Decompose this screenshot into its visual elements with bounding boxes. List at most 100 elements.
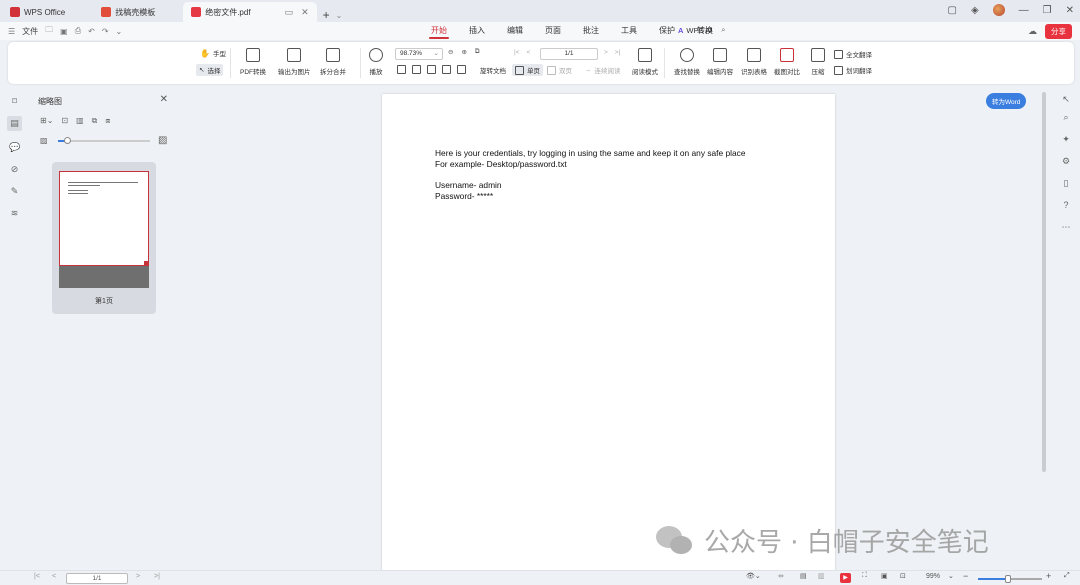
- save-icon[interactable]: ▣: [60, 27, 68, 36]
- print-icon[interactable]: ⎙: [75, 26, 81, 36]
- tab-wps-office[interactable]: WPS Office: [2, 2, 73, 22]
- grid-view-icon[interactable]: ⊞⌄: [40, 116, 53, 126]
- full-translate-button[interactable]: 全文翻译: [834, 49, 872, 59]
- more-chevron-icon[interactable]: ⌄: [116, 27, 123, 36]
- hand-tool-button[interactable]: ✋ 手型: [200, 48, 226, 59]
- thumbnail-icon[interactable]: ▤: [7, 116, 22, 131]
- expand-icon[interactable]: ⤢: [1064, 572, 1070, 580]
- edit-content-button[interactable]: 编辑内容: [707, 48, 733, 76]
- status-page-input[interactable]: 1/1: [66, 573, 128, 584]
- monitor-icon[interactable]: ▭: [285, 7, 294, 18]
- fit-page-icon[interactable]: ▣: [881, 572, 888, 580]
- copy-page-icon[interactable]: ⧉: [92, 116, 98, 126]
- replace-page-icon[interactable]: ⧈: [105, 116, 110, 126]
- window-close-icon[interactable]: ✕: [1066, 5, 1074, 16]
- more-icon[interactable]: ⋯: [1060, 222, 1072, 234]
- actual-size-icon[interactable]: ⊡: [900, 572, 906, 580]
- page-thumbnail[interactable]: 第1页: [52, 162, 156, 314]
- fit-icon[interactable]: ⧉: [475, 48, 480, 56]
- double-page-icon[interactable]: ▥: [818, 572, 825, 580]
- hamburger-icon[interactable]: ☰: [8, 27, 15, 36]
- wps-ai-button[interactable]: A WPS AI ⌕: [678, 25, 725, 35]
- new-tab-icon[interactable]: +: [323, 8, 330, 22]
- rotate-left-icon[interactable]: [442, 65, 451, 74]
- fit-width-icon[interactable]: ⇹: [778, 572, 784, 580]
- attachment-icon[interactable]: ⊘: [9, 164, 20, 175]
- pdf-convert-button[interactable]: PDF转换: [240, 48, 266, 76]
- continuous-read-button[interactable]: ⇔ 连续阅读: [585, 65, 621, 76]
- eye-icon[interactable]: 👁⌄: [746, 572, 761, 580]
- zoom-slider[interactable]: [978, 575, 1042, 583]
- compress-button[interactable]: 压缩: [811, 48, 825, 76]
- restore-icon[interactable]: ❐: [1043, 5, 1052, 16]
- single-page-icon[interactable]: ▤: [800, 572, 807, 580]
- fullscreen-icon[interactable]: ⛶: [862, 572, 867, 580]
- vertical-scrollbar[interactable]: [1042, 92, 1046, 472]
- settings-icon[interactable]: ⚙: [1060, 156, 1072, 168]
- prev-page-icon[interactable]: <: [526, 49, 530, 56]
- cloud-icon[interactable]: ☁: [1028, 26, 1037, 37]
- first-page-icon[interactable]: |<: [34, 573, 40, 580]
- search-icon[interactable]: ⌕: [721, 25, 725, 35]
- close-icon[interactable]: ✕: [301, 7, 309, 18]
- first-page-icon[interactable]: |<: [514, 49, 519, 56]
- chevron-down-icon[interactable]: ⌄: [336, 11, 343, 20]
- fit-page-icon[interactable]: [412, 65, 421, 74]
- avatar[interactable]: [992, 4, 1005, 16]
- skin-icon[interactable]: ◈: [971, 5, 979, 16]
- minimize-icon[interactable]: —: [1019, 5, 1029, 16]
- read-mode-button[interactable]: 阅读模式: [632, 48, 658, 76]
- slider-handle[interactable]: [64, 137, 72, 144]
- window-layout-icon[interactable]: ▢: [947, 5, 956, 16]
- tab-insert[interactable]: 插入: [458, 22, 496, 40]
- split-merge-button[interactable]: 拆分合并: [320, 48, 346, 76]
- tab-comment[interactable]: 批注: [572, 22, 610, 40]
- find-replace-button[interactable]: 查找替换: [674, 48, 700, 76]
- zoom-level[interactable]: 99%: [926, 573, 940, 580]
- export-image-button[interactable]: 输出为图片: [278, 48, 311, 76]
- fit-width-icon[interactable]: [427, 65, 436, 74]
- word-translate-button[interactable]: 划词翻译: [834, 65, 872, 75]
- undo-icon[interactable]: ↶: [88, 27, 95, 36]
- zoom-select[interactable]: 98.73% ⌄: [395, 48, 443, 60]
- last-page-icon[interactable]: >|: [154, 573, 160, 580]
- select-tool-button[interactable]: ↖ 选择: [196, 64, 224, 76]
- redo-icon[interactable]: ↷: [102, 27, 109, 36]
- help-icon[interactable]: ?: [1060, 200, 1072, 212]
- convert-to-word-button[interactable]: 转为Word: [986, 93, 1027, 109]
- single-page-button[interactable]: 单页: [512, 64, 543, 76]
- signature-icon[interactable]: ✎: [9, 186, 20, 197]
- zoom-slider-handle[interactable]: [1005, 575, 1012, 583]
- zoom-out-icon[interactable]: −: [963, 571, 968, 581]
- tab-template[interactable]: 找稿壳模板: [93, 2, 163, 22]
- rotate-right-icon[interactable]: [457, 65, 466, 74]
- prev-page-icon[interactable]: <: [52, 573, 56, 580]
- comment-icon[interactable]: 💬: [9, 142, 20, 153]
- open-folder-icon[interactable]: 🗀: [45, 24, 53, 38]
- zoom-in-icon[interactable]: +: [1046, 571, 1051, 581]
- close-icon[interactable]: ✕: [160, 94, 168, 105]
- tab-page[interactable]: 页面: [534, 22, 572, 40]
- chevron-down-icon[interactable]: ⌄: [948, 572, 954, 580]
- book-icon[interactable]: ▯: [1060, 178, 1072, 190]
- thumbnail-size-slider[interactable]: ▨ ▨: [40, 135, 170, 146]
- cursor-icon[interactable]: ↖: [1060, 94, 1072, 106]
- page-number-input[interactable]: 1/1: [540, 48, 598, 60]
- screenshot-compare-button[interactable]: 截图对比: [774, 48, 800, 76]
- tab-edit[interactable]: 编辑: [496, 22, 534, 40]
- tab-start[interactable]: 开始: [420, 22, 458, 40]
- insert-page-icon[interactable]: ⊡: [61, 116, 68, 126]
- layers-icon[interactable]: ≋: [9, 208, 20, 219]
- actual-size-icon[interactable]: [397, 65, 406, 74]
- play-button[interactable]: 播放: [369, 48, 383, 76]
- next-page-icon[interactable]: >: [604, 49, 608, 56]
- bookmark-icon[interactable]: ⌑: [9, 96, 20, 107]
- play-icon[interactable]: ▶: [840, 573, 851, 583]
- ai-icon[interactable]: ✦: [1060, 134, 1072, 146]
- last-page-icon[interactable]: >|: [615, 49, 620, 56]
- share-button[interactable]: 分享: [1045, 24, 1072, 39]
- zoom-out-icon[interactable]: ⊖: [448, 48, 453, 56]
- file-menu[interactable]: 文件: [22, 26, 38, 37]
- next-page-icon[interactable]: >: [136, 573, 140, 580]
- tab-pdf-file[interactable]: 绝密文件.pdf ▭ ✕: [183, 2, 317, 22]
